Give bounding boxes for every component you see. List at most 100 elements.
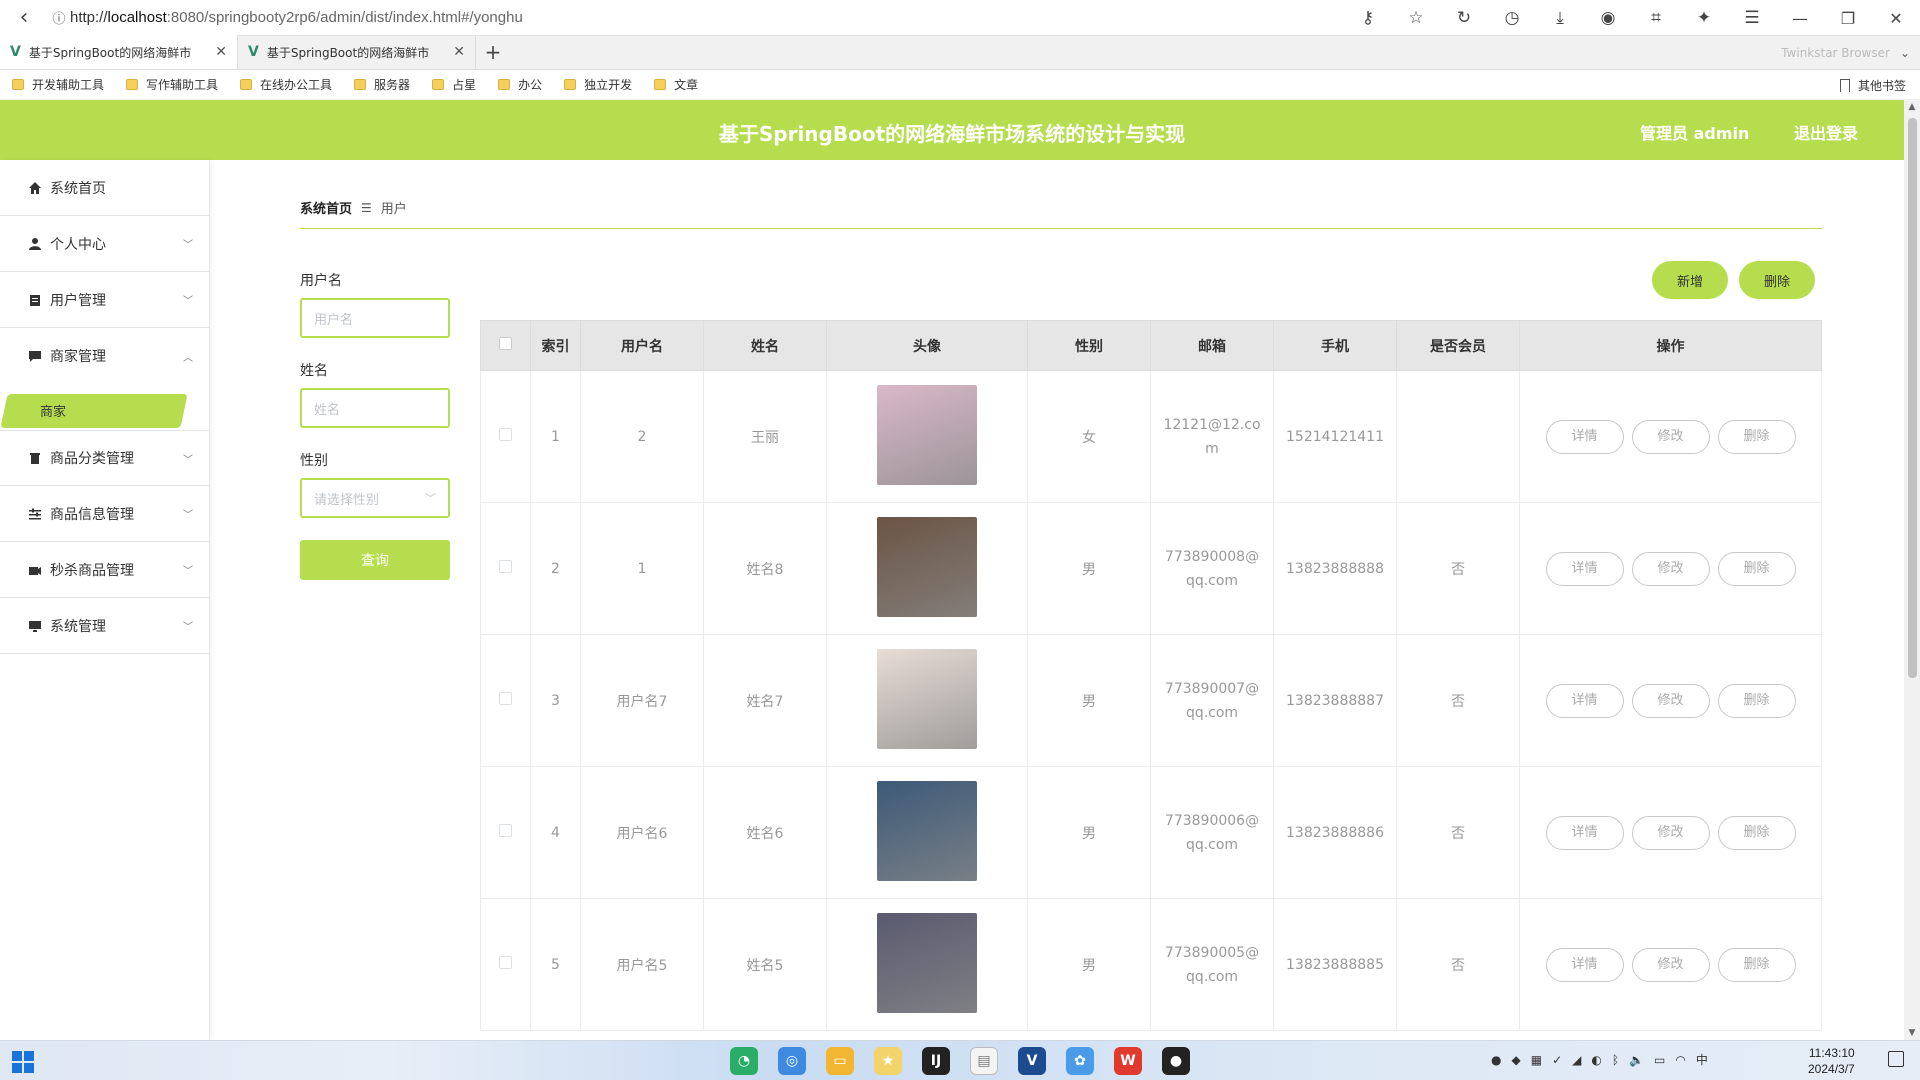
bookmark-folder[interactable]: 办公 — [498, 76, 542, 93]
row-select-cell[interactable] — [480, 370, 531, 503]
url-field[interactable]: http://localhost:8080/springbooty2rp6/ad… — [70, 9, 523, 26]
edit-button[interactable]: 修改 — [1631, 419, 1710, 454]
notepad-icon[interactable]: ▤ — [970, 1047, 998, 1075]
intellij-icon[interactable]: IJ — [922, 1047, 950, 1075]
bookmark-folder[interactable]: 独立开发 — [564, 76, 632, 93]
browser-app-icon[interactable]: ◎ — [778, 1047, 806, 1075]
avatar[interactable] — [877, 648, 977, 749]
logout-link[interactable]: 退出登录 — [1794, 120, 1858, 144]
avatar[interactable] — [877, 384, 977, 485]
close-window-icon[interactable]: ✕ — [1872, 9, 1920, 28]
bookmark-folder[interactable]: 开发辅助工具 — [12, 76, 104, 93]
select-all-checkbox[interactable] — [499, 337, 512, 350]
wps-icon[interactable]: W — [1114, 1047, 1142, 1075]
delete-button[interactable]: 删除 — [1717, 683, 1796, 718]
ime-icon[interactable]: 中 — [1696, 1051, 1708, 1068]
select-all-cell[interactable] — [480, 320, 531, 371]
detail-button[interactable]: 详情 — [1545, 947, 1624, 982]
tray-app-icon[interactable]: ✓ — [1552, 1053, 1562, 1067]
scroll-down-icon[interactable]: ▼ — [1904, 1026, 1920, 1040]
browser-tab[interactable]: V 基于SpringBoot的网络海鲜市 ✕ — [0, 35, 238, 69]
gender-select[interactable]: 请选择性别 ﹀ — [300, 478, 450, 518]
tray-app-icon[interactable]: ▦ — [1531, 1053, 1542, 1067]
new-tab-icon[interactable]: + — [476, 35, 510, 69]
reload-icon[interactable]: ↻ — [1440, 8, 1488, 28]
row-checkbox[interactable] — [499, 428, 512, 441]
browser-tab[interactable]: V 基于SpringBoot的网络海鲜市 ✕ — [238, 35, 476, 69]
detail-button[interactable]: 详情 — [1545, 815, 1624, 850]
back-arrow-icon[interactable]: ‹ — [0, 5, 48, 30]
bookmark-folder[interactable]: 在线办公工具 — [240, 76, 332, 93]
detail-button[interactable]: 详情 — [1545, 683, 1624, 718]
row-checkbox[interactable] — [499, 560, 512, 573]
windows-start-icon[interactable] — [12, 1051, 34, 1073]
delete-button[interactable]: 删除 — [1717, 419, 1796, 454]
scroll-up-icon[interactable]: ▲ — [1904, 100, 1920, 114]
detail-button[interactable]: 详情 — [1545, 551, 1624, 586]
download-icon[interactable]: ⤓ — [1536, 8, 1584, 28]
scrollbar-thumb[interactable] — [1908, 118, 1917, 678]
name-search-input[interactable]: 姓名 — [300, 388, 450, 428]
delete-button[interactable]: 删除 — [1717, 815, 1796, 850]
sidebar-item-home[interactable]: 系统首页 — [0, 160, 209, 216]
sidebar-item-category-management[interactable]: 商品分类管理 ﹀ — [0, 430, 209, 486]
tab-close-icon[interactable]: ✕ — [215, 44, 227, 60]
profile-icon[interactable]: ◉ — [1584, 8, 1632, 28]
info-icon[interactable]: ⓘ — [48, 8, 70, 27]
wechat-icon[interactable]: ◔ — [730, 1047, 758, 1075]
sidebar-item-user-management[interactable]: 用户管理 ﹀ — [0, 272, 209, 328]
page-scrollbar[interactable]: ▲ ▼ — [1904, 100, 1920, 1040]
username-search-input[interactable]: 用户名 — [300, 298, 450, 338]
delete-button[interactable]: 删除 — [1717, 551, 1796, 586]
row-select-cell[interactable] — [480, 898, 531, 1031]
crop-icon[interactable]: ⌗ — [1632, 8, 1680, 28]
row-checkbox[interactable] — [499, 692, 512, 705]
history-icon[interactable]: ◷ — [1488, 8, 1536, 28]
query-button[interactable]: 查询 — [300, 540, 450, 580]
sidebar-subitem-merchant[interactable]: 商家 — [0, 384, 209, 430]
menu-icon[interactable]: ☰ — [1728, 8, 1776, 28]
speaker-icon[interactable]: 🔈 — [1629, 1053, 1644, 1067]
batch-delete-button[interactable]: 删除 — [1739, 261, 1815, 299]
extension-icon[interactable]: ✦ — [1680, 8, 1728, 28]
sidebar-item-system-management[interactable]: 系统管理 ﹀ — [0, 598, 209, 654]
avatar[interactable] — [877, 780, 977, 881]
cloud-app-icon[interactable]: ✿ — [1066, 1047, 1094, 1075]
battery-icon[interactable]: ▭ — [1654, 1053, 1665, 1067]
edit-button[interactable]: 修改 — [1631, 815, 1710, 850]
edit-button[interactable]: 修改 — [1631, 947, 1710, 982]
delete-button[interactable]: 删除 — [1717, 947, 1796, 982]
minimize-icon[interactable]: — — [1776, 9, 1824, 28]
twinkstar-icon[interactable]: ★ — [874, 1047, 902, 1075]
sidebar-item-merchant-management[interactable]: 商家管理 ︿ — [0, 328, 209, 384]
tray-app-icon[interactable]: ◐ — [1591, 1053, 1601, 1067]
tray-app-icon[interactable]: ◆ — [1511, 1053, 1520, 1067]
bookmark-folder[interactable]: 服务器 — [354, 76, 410, 93]
add-button[interactable]: 新增 — [1652, 261, 1728, 299]
row-checkbox[interactable] — [499, 824, 512, 837]
avatar[interactable] — [877, 516, 977, 617]
row-select-cell[interactable] — [480, 634, 531, 767]
row-select-cell[interactable] — [480, 502, 531, 635]
tab-close-icon[interactable]: ✕ — [453, 44, 465, 60]
file-explorer-icon[interactable]: ▭ — [826, 1047, 854, 1075]
bookmark-folder[interactable]: 占星 — [432, 76, 476, 93]
key-icon[interactable]: ⚷ — [1344, 8, 1392, 28]
row-select-cell[interactable] — [480, 766, 531, 899]
row-checkbox[interactable] — [499, 956, 512, 969]
sidebar-item-personal-center[interactable]: 个人中心 ﹀ — [0, 216, 209, 272]
star-icon[interactable]: ☆ — [1392, 8, 1440, 28]
bookmark-folder[interactable]: 文章 — [654, 76, 698, 93]
avatar[interactable] — [877, 912, 977, 1013]
restore-icon[interactable]: ❐ — [1824, 9, 1872, 28]
sidebar-item-flash-sale-management[interactable]: 秒杀商品管理 ﹀ — [0, 542, 209, 598]
other-bookmarks[interactable]: 其他书签 — [1839, 70, 1906, 100]
sidebar-item-product-management[interactable]: 商品信息管理 ﹀ — [0, 486, 209, 542]
edit-button[interactable]: 修改 — [1631, 683, 1710, 718]
system-clock[interactable]: 11:43:10 2024/3/7 — [1808, 1045, 1855, 1077]
bluetooth-icon[interactable]: ᛒ — [1612, 1053, 1619, 1067]
notification-icon[interactable] — [1888, 1051, 1904, 1067]
recorder-icon[interactable]: ● — [1162, 1047, 1190, 1075]
detail-button[interactable]: 详情 — [1545, 419, 1624, 454]
chevron-down-icon[interactable]: ⌄ — [1900, 46, 1910, 60]
